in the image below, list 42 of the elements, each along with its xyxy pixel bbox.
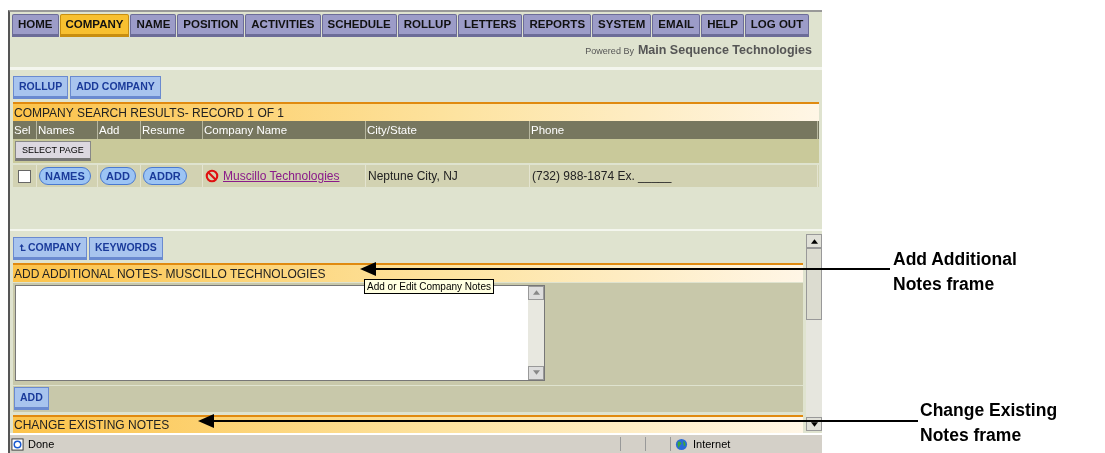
nav-tab[interactable]: REPORTS xyxy=(523,14,592,37)
sub-tab[interactable]: ROLLUP xyxy=(13,76,69,100)
nav-tab[interactable]: HELP xyxy=(701,14,744,37)
sub-tab[interactable]: COMPANY xyxy=(13,237,87,261)
globe-icon xyxy=(675,437,688,451)
row-button[interactable]: ADD xyxy=(100,167,136,186)
company-link[interactable]: Muscillo Technologies xyxy=(223,169,340,184)
scroll-up-icon[interactable] xyxy=(810,238,818,244)
nav-tab[interactable]: ACTIVITIES xyxy=(245,14,321,37)
nav-tab[interactable]: SYSTEM xyxy=(592,14,652,37)
sub-tab[interactable]: ADD COMPANY xyxy=(70,76,161,100)
section-header: ADD ADDITIONAL NOTES- MUSCILLO TECHNOLOGIES xyxy=(13,263,803,282)
prohibited-icon xyxy=(205,169,219,184)
nav-tab[interactable]: ROLLUP xyxy=(397,14,458,37)
up-arrow-icon xyxy=(19,242,26,252)
status-text: Done xyxy=(28,438,56,451)
section-header: CHANGE EXISTING NOTES xyxy=(13,414,803,434)
row-button[interactable]: ADDR xyxy=(143,167,187,186)
add-button[interactable]: ADD xyxy=(14,387,49,411)
scrollbar[interactable] xyxy=(806,234,822,432)
tooltip: Add or Edit Company Notes xyxy=(364,279,494,295)
nav-tab[interactable]: POSITION xyxy=(177,14,245,37)
nav-tab[interactable]: LETTERS xyxy=(458,14,523,37)
nav-tab[interactable]: SCHEDULE xyxy=(321,14,397,37)
row-button[interactable]: NAMES xyxy=(39,167,91,186)
callout-label: Change Existing Notes frame xyxy=(920,399,1059,447)
table-cell: Neptune City, NJ xyxy=(368,169,458,184)
nav-tab[interactable]: HOME xyxy=(12,14,59,37)
section-header: COMPANY SEARCH RESULTS- RECORD 1 OF 1 xyxy=(13,102,819,122)
scroll-down-icon[interactable] xyxy=(810,421,818,427)
nav-tab[interactable]: LOG OUT xyxy=(744,14,810,37)
nav-tab[interactable]: COMPANY xyxy=(59,14,130,37)
nav-tab[interactable]: NAME xyxy=(130,14,177,37)
nav-tab[interactable]: EMAIL xyxy=(652,14,701,37)
sub-tab[interactable]: KEYWORDS xyxy=(88,237,163,261)
callout-label: Add Additional Notes frame xyxy=(893,248,1018,296)
select-checkbox[interactable] xyxy=(18,169,31,183)
table-cell: (732) 988-1874 Ex. _____ xyxy=(532,169,672,184)
powered-by-label: Powered By xyxy=(585,46,634,56)
vendor-name: Main Sequence Technologies xyxy=(637,43,812,57)
select-page-button[interactable]: SELECT PAGE xyxy=(15,141,91,162)
zone-label: Internet xyxy=(693,438,731,451)
